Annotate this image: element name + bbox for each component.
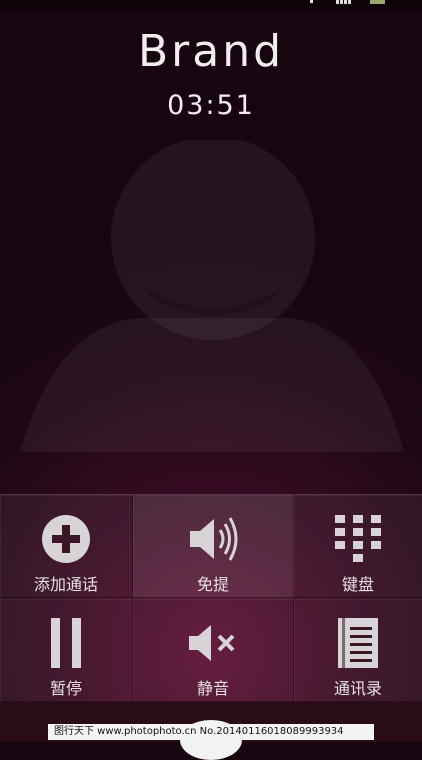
pause-icon <box>0 617 132 669</box>
contacts-button[interactable]: 通讯录 <box>294 599 422 702</box>
hold-button[interactable]: 暂停 <box>0 599 133 702</box>
add-call-button[interactable]: 添加通话 <box>0 495 133 598</box>
call-controls-panel: 添加通话 免提 键盘 暂停 静音 通讯录 <box>0 494 422 702</box>
hold-label: 暂停 <box>49 679 82 698</box>
contacts-label: 通讯录 <box>333 679 382 698</box>
dialpad-icon <box>294 513 422 565</box>
call-duration: 03:51 <box>167 90 255 121</box>
speaker-icon <box>133 513 293 565</box>
speaker-label: 免提 <box>196 575 229 594</box>
mute-button[interactable]: 静音 <box>133 599 294 702</box>
speaker-button[interactable]: 免提 <box>133 495 294 598</box>
signal-strength-icon <box>336 0 351 4</box>
wifi-icon <box>310 0 313 3</box>
contacts-icon <box>294 617 422 669</box>
add-call-label: 添加通话 <box>33 575 98 594</box>
status-bar <box>0 0 422 10</box>
add-call-icon <box>0 513 132 565</box>
mute-icon <box>133 617 293 669</box>
dialpad-label: 键盘 <box>341 575 374 594</box>
dialpad-button[interactable]: 键盘 <box>294 495 422 598</box>
caller-name: Brand <box>137 26 285 77</box>
mute-label: 静音 <box>196 679 229 698</box>
battery-icon <box>370 0 385 4</box>
watermark: 图行天下 www.photophoto.cn No.20140116018089… <box>48 724 374 740</box>
contact-avatar-icon <box>20 140 404 452</box>
